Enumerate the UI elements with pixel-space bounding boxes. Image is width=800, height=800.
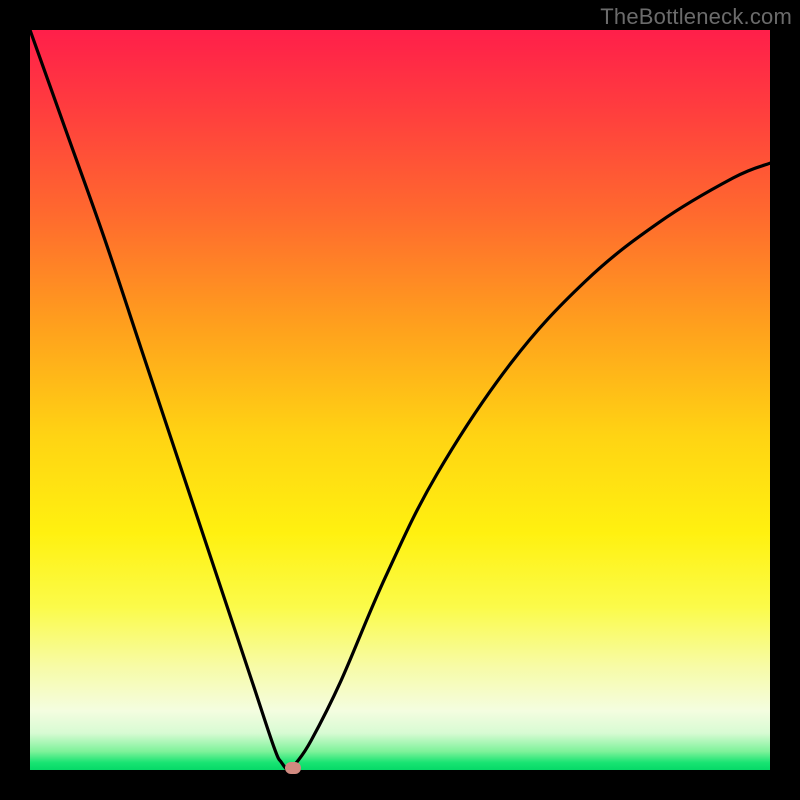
watermark-text: TheBottleneck.com <box>600 4 792 30</box>
bottleneck-curve <box>30 30 770 770</box>
optimum-marker <box>285 762 301 774</box>
plot-area <box>30 30 770 770</box>
chart-frame: TheBottleneck.com <box>0 0 800 800</box>
